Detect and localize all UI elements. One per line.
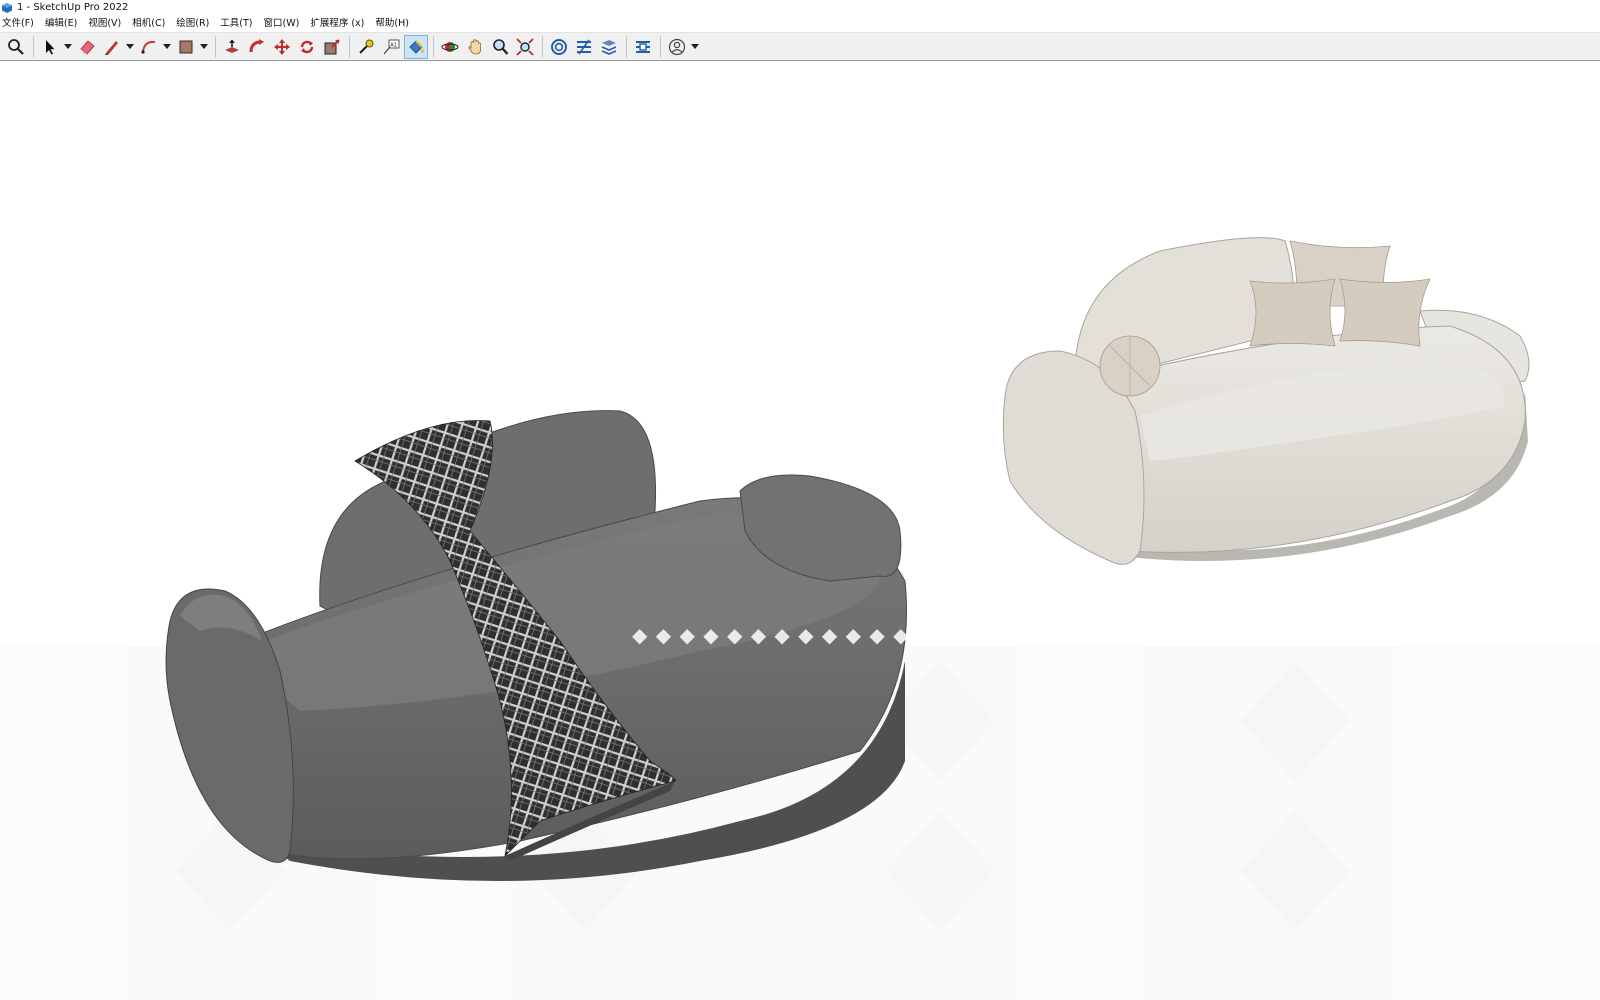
menu-camera[interactable]: 相机(C)	[132, 16, 165, 32]
push-pull-icon[interactable]	[220, 35, 244, 59]
chevron-down-icon[interactable]	[125, 35, 135, 59]
rotate-icon[interactable]	[295, 35, 319, 59]
layout-icon[interactable]	[597, 35, 621, 59]
paint-bucket-icon[interactable]	[404, 34, 428, 59]
zoom-icon[interactable]	[488, 35, 512, 59]
sketchup-logo-icon	[2, 3, 12, 13]
watermark-text: ◆ ◆ ◆ ◆ ◆ ◆ ◆ ◆ ◆ ◆ ◆ ◆ ◆ ◆ ◆ ◆ ◆ 水印保护区 …	[632, 623, 1295, 647]
toolbar-separator	[542, 35, 543, 58]
sketchup-window: 1 - SketchUp Pro 2022 文件(F) 编辑(E) 视图(V) …	[0, 0, 1600, 1000]
cream-sofa-model[interactable]	[1002, 237, 1530, 565]
window-title: 1 - SketchUp Pro 2022	[17, 2, 129, 13]
menu-view[interactable]: 视图(V)	[88, 16, 121, 32]
eraser-icon[interactable]	[75, 35, 99, 59]
chevron-down-icon[interactable]	[162, 35, 172, 59]
title-bar: 1 - SketchUp Pro 2022	[0, 0, 1600, 16]
rectangle-shape-icon[interactable]	[174, 35, 198, 59]
tape-measure-icon[interactable]	[354, 35, 378, 59]
menu-file[interactable]: 文件(F)	[2, 16, 34, 32]
follow-me-icon[interactable]	[245, 35, 269, 59]
user-account-icon[interactable]	[665, 35, 689, 59]
move-icon[interactable]	[270, 35, 294, 59]
scale-icon[interactable]	[320, 35, 344, 59]
orbit-icon[interactable]	[438, 35, 462, 59]
menu-help[interactable]: 帮助(H)	[375, 16, 409, 32]
zoom-extents-icon[interactable]	[513, 35, 537, 59]
main-toolbar: A1	[0, 32, 1600, 61]
select-arrow-icon[interactable]	[38, 35, 62, 59]
menu-bar: 文件(F) 编辑(E) 视图(V) 相机(C) 绘图(R) 工具(T) 窗口(W…	[0, 16, 1600, 32]
toolbar-separator	[660, 35, 661, 58]
menu-draw[interactable]: 绘图(R)	[176, 16, 209, 32]
pan-hand-icon[interactable]	[463, 35, 487, 59]
menu-extensions[interactable]: 扩展程序 (x)	[310, 16, 364, 32]
model-viewport[interactable]: ◆ ◆ ◆ ◆ ◆ ◆ ◆ ◆ ◆ ◆ ◆ ◆ ◆ ◆ ◆ ◆ ◆ 水印保护区 …	[0, 61, 1600, 1000]
chevron-down-icon[interactable]	[690, 35, 700, 59]
zoom-search-icon[interactable]	[4, 35, 28, 59]
pencil-line-icon[interactable]	[100, 35, 124, 59]
svg-text:A1: A1	[390, 42, 397, 48]
toolbar-separator	[215, 35, 216, 58]
toolbar-separator	[33, 35, 34, 58]
3d-warehouse-icon[interactable]	[547, 35, 571, 59]
menu-tools[interactable]: 工具(T)	[220, 16, 252, 32]
toolbar-separator	[349, 35, 350, 58]
menu-window[interactable]: 窗口(W)	[264, 16, 300, 32]
extension-warehouse-icon[interactable]	[572, 35, 596, 59]
menu-edit[interactable]: 编辑(E)	[45, 16, 77, 32]
arc-icon[interactable]	[137, 35, 161, 59]
scene-canvas	[0, 237, 1600, 1000]
text-label-icon[interactable]: A1	[379, 35, 403, 59]
extension-manager-icon[interactable]	[631, 35, 655, 59]
toolbar-separator	[433, 35, 434, 58]
chevron-down-icon[interactable]	[199, 35, 209, 59]
toolbar-separator	[626, 35, 627, 58]
chevron-down-icon[interactable]	[63, 35, 73, 59]
